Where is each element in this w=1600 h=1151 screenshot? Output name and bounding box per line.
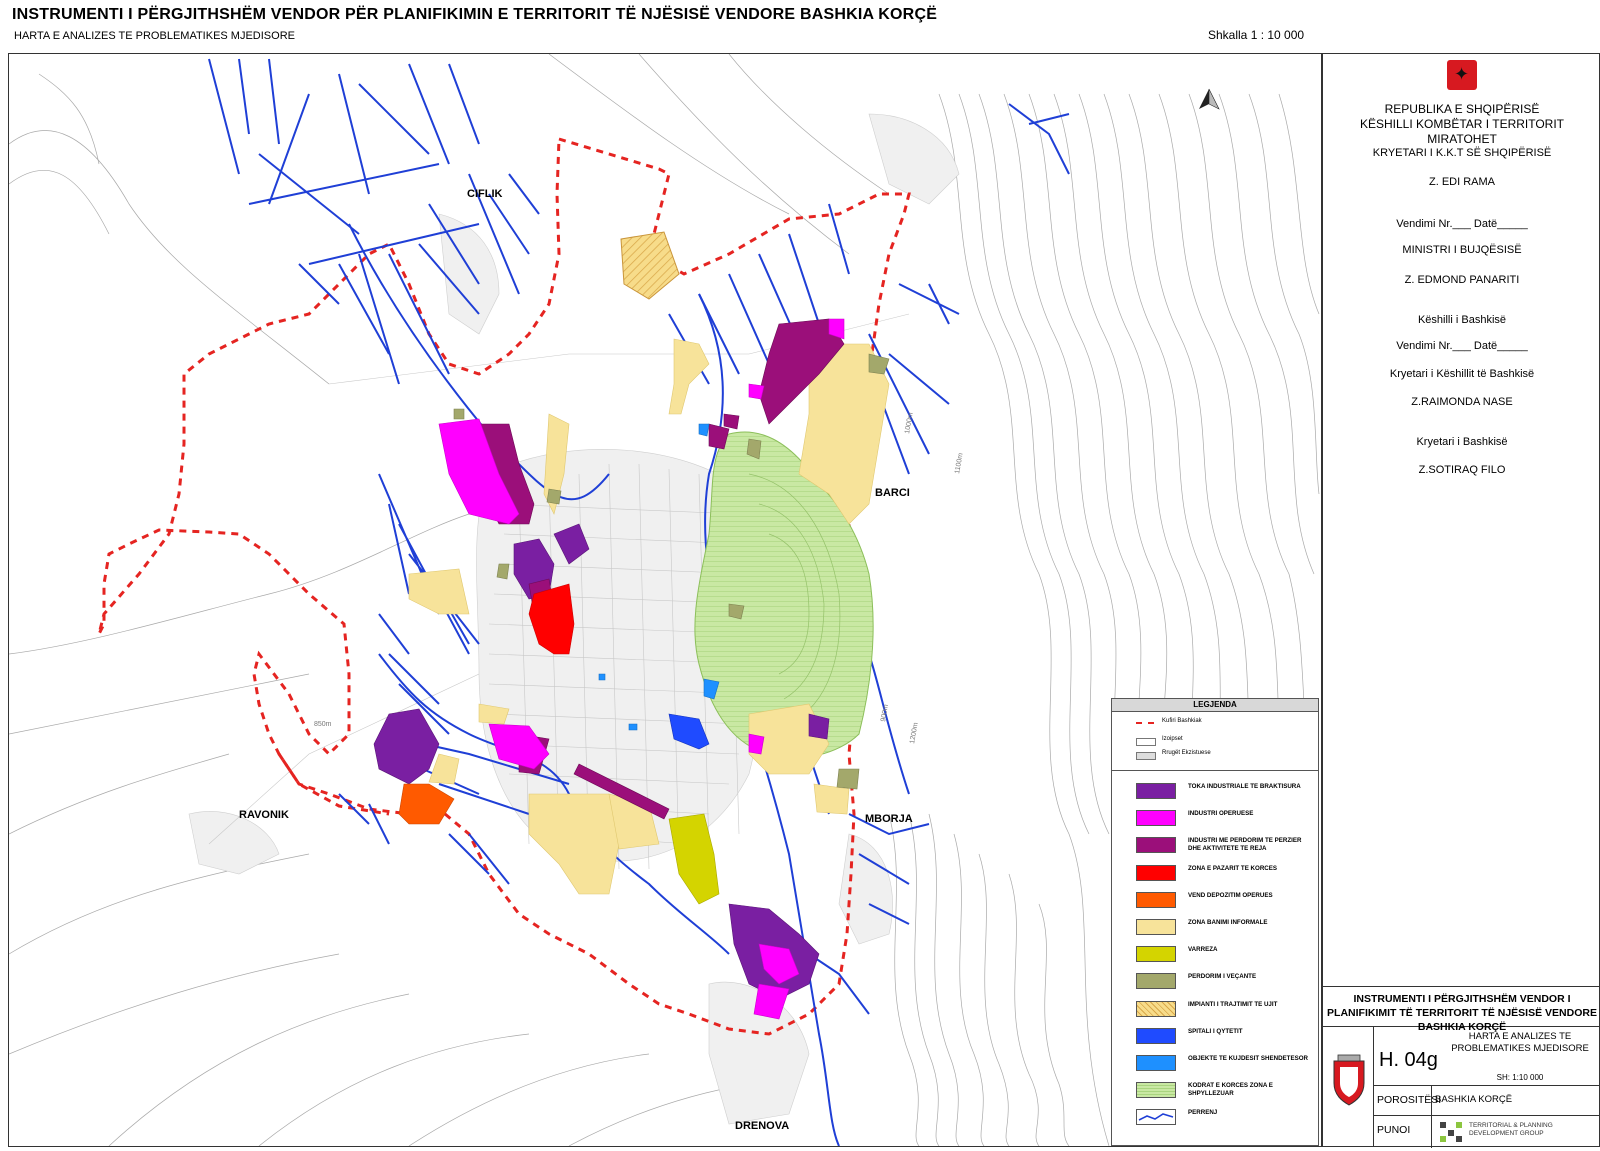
legend-item: OBJEKTE TE KUJDESIT SHENDETESOR [1112,1051,1318,1077]
legend-swatch [1136,1109,1176,1126]
approval-line: MINISTRI I BUJQËSISË [1402,244,1522,256]
legend-label: ZONA BANIMI INFORMALE [1188,919,1268,926]
legend-swatch [1136,919,1176,935]
contour-label: 1100m [954,452,965,474]
legend-swatch [1136,1082,1176,1099]
legend-item: VARREZA [1112,942,1318,968]
operating-dump [398,783,455,825]
approval-line: Këshilli i Bashkisë [1417,314,1507,326]
legend-label: PERRENJ [1188,1109,1218,1117]
approval-line: Vendimi Nr.___ Datë_____ [1396,340,1528,352]
legend-label: INDUSTRI ME PERDORIM TE PERZIER DHE AKTI… [1188,837,1302,852]
legend-title: LEGJENDA [1112,699,1318,712]
legend-label: KODRAT E KORCES ZONA E SHPYLLEZUAR [1188,1082,1273,1097]
legend-top-section: Kufiri Bashkiak Izoipset Rrugët Ekzistue… [1112,712,1318,771]
contour-label: 850m [314,721,332,728]
client-row: POROSITËSI BASHKIA KORÇË [1373,1085,1600,1116]
place-label-ciflik: CIFLIK [467,188,502,200]
title-block-heading: INSTRUMENTI I PËRGJITHSHËM VENDOR I PLAN… [1323,987,1600,1033]
approval-line: Z. EDI RAMA [1428,176,1495,188]
legend-swatch [1136,946,1176,963]
legend-item: SPITALI I QYTETIT [1112,1024,1318,1050]
legend-item: ZONA E PAZARIT TE KORCES [1112,861,1318,887]
place-label-mborja: MBORJA [865,813,913,825]
boundary-swatch [1136,722,1154,724]
cemetery [668,813,720,905]
approval-line: Z. EDMOND PANARITI [1404,274,1520,286]
legend-item: INDUSTRI ME PERDORIM TE PERZIER DHE AKTI… [1112,833,1318,859]
title-block: INSTRUMENTI I PËRGJITHSHËM VENDOR I PLAN… [1323,986,1600,1148]
client-label: POROSITËSI [1377,1094,1442,1106]
legend-label: TOKA INDUSTRIALE TE BRAKTISURA [1188,783,1301,790]
tpd-logo-icon [1439,1121,1465,1143]
water-treatment-plant [620,231,680,300]
legend-item: ZONA BANIMI INFORMALE [1112,915,1318,941]
albania-emblem-icon [1447,60,1477,90]
legend-label: IMPIANTI I TRAJTIMIT TE UJIT [1188,1000,1278,1008]
client-value: BASHKIA KORÇË [1435,1094,1513,1105]
legend-swatch [1136,1027,1176,1044]
contour-label: 1200m [909,722,920,744]
map-number: H. 04g [1379,1049,1438,1071]
legend-item: TOKA INDUSTRIALE TE BRAKTISURA [1112,779,1318,805]
approval-line: REPUBLIKA E SHQIPËRISË [1384,102,1540,116]
legend-swatch [1136,783,1176,799]
place-label-ravonik: RAVONIK [239,809,289,821]
author-value: TERRITORIAL & PLANNING DEVELOPMENT GROUP [1469,1122,1553,1137]
korca-coat-of-arms-icon [1325,1027,1374,1147]
legend-label: PERDORIM I VEÇANTE [1188,973,1257,981]
legend-swatch [1136,891,1176,908]
approval-line: KRYETARI I K.K.T SË SHQIPËRISË [1372,147,1552,159]
approval-line: Z.RAIMONDA NASE [1411,396,1513,408]
map-legend: LEGJENDA Kufiri Bashkiak Izoipset Rrugët… [1111,698,1319,1146]
approval-line: MIRATOHET [1427,132,1497,146]
author-label: PUNOI [1377,1124,1411,1136]
map-scale: Shkalla 1 : 10 000 [1208,28,1305,42]
legend-label: VARREZA [1188,946,1218,954]
north-arrow-icon [1199,88,1220,110]
legend-item: PERRENJ [1112,1105,1318,1131]
approval-line: Z.SOTIRAQ FILO [1418,464,1506,476]
legend-label: VEND DEPOZITIM OPERUES [1188,891,1273,899]
legend-swatch [1136,1055,1176,1071]
approval-line: Vendimi Nr.___ Datë_____ [1396,218,1528,230]
legend-label: INDUSTRI OPERUESE [1188,810,1254,818]
legend-swatch [1136,1000,1176,1017]
map-name: HARTA E ANALIZES TE PROBLEMATIKES MJEDIS… [1451,1031,1589,1054]
legend-top-label: Kufiri Bashkiak [1162,718,1202,724]
sheet-scale: SH: 1:10 000 [1496,1073,1544,1082]
legend-label: OBJEKTE TE KUJDESIT SHENDETESOR [1188,1055,1308,1062]
legend-item: IMPIANTI I TRAJTIMIT TE UJIT [1112,997,1318,1023]
approval-line: KËSHILLI KOMBËTAR I TERRITORIT [1359,117,1565,131]
legend-item: INDUSTRI OPERUESE [1112,806,1318,832]
legend-item: PERDORIM I VEÇANTE [1112,969,1318,995]
legend-top-label: Rrugët Ekzistuese [1162,750,1211,756]
legend-top-label: Izoipset [1162,736,1183,742]
legend-swatch [1136,810,1176,827]
place-label-barci: BARCI [875,487,910,499]
road-swatch [1136,752,1156,760]
legend-swatch [1136,973,1176,990]
legend-label: ZONA E PAZARIT TE KORCES [1188,864,1278,872]
map-frame: CIFLIK BARCI RAVONIK MBORJA DRENOVA 850m… [8,53,1322,1147]
legend-item: VEND DEPOZITIM OPERUES [1112,888,1318,914]
map-title: INSTRUMENTI I PËRGJITHSHËM VENDOR PËR PL… [12,6,938,23]
contour-label: 900m [880,704,890,723]
approval-panel: REPUBLIKA E SHQIPËRISË KËSHILLI KOMBËTAR… [1322,53,1600,1148]
legend-label: SPITALI I QYTETIT [1188,1027,1243,1035]
legend-swatch [1136,837,1176,854]
legend-swatch [1136,864,1176,881]
contour-swatch [1136,738,1156,746]
approval-line: Kryetari i Këshillit të Bashkisë [1389,368,1535,380]
author-row: PUNOI TERRITORIAL & PLANNING DEVELOPMENT… [1373,1115,1600,1148]
legend-item: KODRAT E KORCES ZONA E SHPYLLEZUAR [1112,1078,1318,1104]
map-subtitle: HARTA E ANALIZES TE PROBLEMATIKES MJEDIS… [14,30,295,42]
place-label-drenova: DRENOVA [735,1120,789,1132]
approval-line: Kryetari i Bashkisë [1416,436,1508,448]
